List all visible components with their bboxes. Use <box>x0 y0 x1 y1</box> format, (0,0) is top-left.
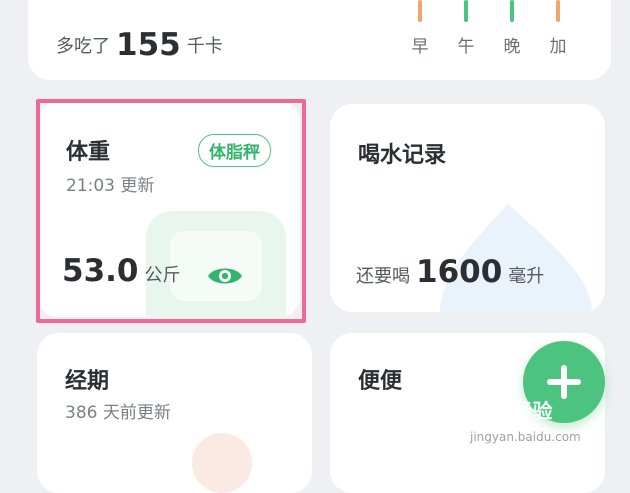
meal-label-dinner: 晚 <box>503 37 521 57</box>
meal-label-breakfast: 早 <box>411 37 429 57</box>
meal-bar-snack <box>556 0 560 22</box>
weight-card[interactable]: 体重 21:03 更新 体脂秤 53.0 公斤 <box>38 101 300 317</box>
period-card[interactable]: 经期 386 天前更新 <box>37 333 312 493</box>
weight-updated-time: 21:03 更新 <box>66 176 155 196</box>
calorie-summary: 多吃了 155 千卡 <box>56 27 223 63</box>
water-remaining: 还要喝 1600 毫升 <box>356 254 544 290</box>
weight-reading: 53.0 公斤 <box>62 253 181 289</box>
weight-unit: 公斤 <box>144 265 181 286</box>
water-value: 1600 <box>416 254 503 290</box>
meal-bar-dinner <box>510 0 514 22</box>
calorie-value: 155 <box>116 27 181 63</box>
baidu-watermark: Bai 经验 jingyan.baidu.com <box>470 395 581 444</box>
period-title: 经期 <box>65 369 110 394</box>
period-updated: 386 天前更新 <box>65 403 171 423</box>
meal-bar-breakfast <box>418 0 422 22</box>
body-fat-scale-tag[interactable]: 体脂秤 <box>198 134 271 167</box>
meal-label-lunch: 午 <box>457 37 475 57</box>
weight-value: 53.0 <box>62 253 139 289</box>
poop-title: 便便 <box>358 369 403 394</box>
eye-icon[interactable] <box>206 263 244 293</box>
meal-bar-lunch <box>464 0 468 22</box>
meal-label-snack: 加 <box>549 37 567 57</box>
water-title: 喝水记录 <box>358 143 447 168</box>
weight-title: 体重 <box>66 140 111 165</box>
watermark-sub: jingyan.baidu.com <box>470 430 581 444</box>
calorie-prefix: 多吃了 <box>56 36 110 57</box>
water-unit: 毫升 <box>508 266 545 287</box>
watermark-text: Bai 经验 <box>470 399 553 423</box>
calorie-card[interactable]: 多吃了 155 千卡 早 午 晚 加 <box>28 0 611 80</box>
water-prefix: 还要喝 <box>356 266 410 287</box>
calorie-unit: 千卡 <box>186 36 223 57</box>
water-card[interactable]: 喝水记录 还要喝 1600 毫升 <box>330 104 605 312</box>
